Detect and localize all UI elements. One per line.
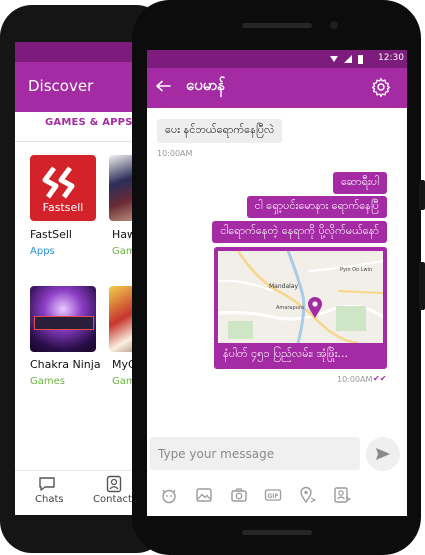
status-icons bbox=[330, 55, 363, 64]
app-category-fastsell: Apps bbox=[30, 246, 55, 257]
battery-icon bbox=[358, 55, 363, 64]
location-icon[interactable] bbox=[298, 486, 316, 504]
incoming-timestamp: 10:00AM bbox=[157, 149, 193, 158]
nav-contacts-label[interactable]: Contacts bbox=[93, 494, 137, 505]
svg-text:GIF: GIF bbox=[267, 493, 278, 500]
incoming-message-bubble: ပေး နင်ဘယ်ရောက်နေပြီလဲ bbox=[157, 119, 283, 143]
gallery-icon[interactable] bbox=[195, 486, 213, 504]
send-button[interactable] bbox=[366, 437, 400, 471]
outgoing-message-bubble-3: ငါရောက်နေတဲ့ နေရာကို ပို့လိုက်မယ်နော် bbox=[212, 221, 387, 243]
tab-games-apps[interactable]: GAMES & APPS bbox=[45, 117, 133, 128]
back-arrow-icon[interactable] bbox=[155, 80, 171, 92]
chat-title: ပေမာန် bbox=[186, 76, 226, 94]
chats-icon[interactable] bbox=[38, 476, 56, 492]
earpiece-speaker bbox=[242, 23, 312, 28]
map-label-pyin-oo-lwin: Pyin Oo Lwin bbox=[340, 267, 373, 273]
nav-chats-label[interactable]: Chats bbox=[35, 494, 64, 505]
outgoing-message-bubble-2: ငါ ရှော့ပင်းမောနား ရောက်နေပြီ bbox=[246, 196, 387, 218]
front-camera bbox=[330, 21, 338, 29]
signal-icon bbox=[344, 55, 352, 63]
map-graphic bbox=[218, 251, 383, 343]
camera-icon[interactable] bbox=[230, 486, 248, 504]
send-icon bbox=[376, 448, 390, 460]
power-button bbox=[419, 262, 425, 310]
location-pin-icon bbox=[308, 297, 322, 318]
map-thumbnail[interactable]: Mandalay Pyin Oo Lwin Amarapura bbox=[218, 251, 383, 343]
contact-card-icon[interactable] bbox=[333, 486, 351, 504]
location-caption: နံပါတ် ၄၅၁ ပြည်လမ်း၊ အုံဖြိုး... bbox=[223, 347, 349, 360]
app-tile-chakra-ninja[interactable] bbox=[30, 286, 96, 352]
discover-title: Discover bbox=[28, 77, 94, 95]
read-receipt-icon: ✔✔ bbox=[373, 374, 387, 383]
app-name-fastsell[interactable]: FastSell bbox=[30, 228, 72, 241]
bottom-speaker bbox=[242, 530, 312, 535]
message-input[interactable] bbox=[158, 445, 353, 463]
app-name-chakra-ninja[interactable]: Chakra Ninja bbox=[30, 358, 101, 371]
map-label-mandalay: Mandalay bbox=[269, 283, 299, 290]
outgoing-message-bubble-1: ဆောရီးပါ bbox=[333, 172, 387, 194]
map-label-amarapura: Amarapura bbox=[276, 305, 304, 311]
status-time: 12:30 bbox=[378, 53, 404, 63]
settings-gear-icon[interactable] bbox=[371, 77, 391, 97]
fastsell-logo-text: Fastsell bbox=[42, 201, 84, 214]
wifi-icon bbox=[330, 56, 338, 62]
contacts-icon[interactable] bbox=[106, 475, 122, 493]
app-tile-fastsell[interactable]: Fastsell bbox=[30, 155, 96, 221]
sticker-icon[interactable] bbox=[160, 486, 178, 504]
app-category-chakra-ninja: Games bbox=[30, 376, 65, 387]
chakra-ninja-logo-icon bbox=[34, 316, 94, 330]
outgoing-timestamp: 10:00AM bbox=[337, 375, 373, 384]
gif-icon[interactable]: GIF bbox=[264, 486, 282, 504]
volume-button bbox=[419, 180, 425, 210]
